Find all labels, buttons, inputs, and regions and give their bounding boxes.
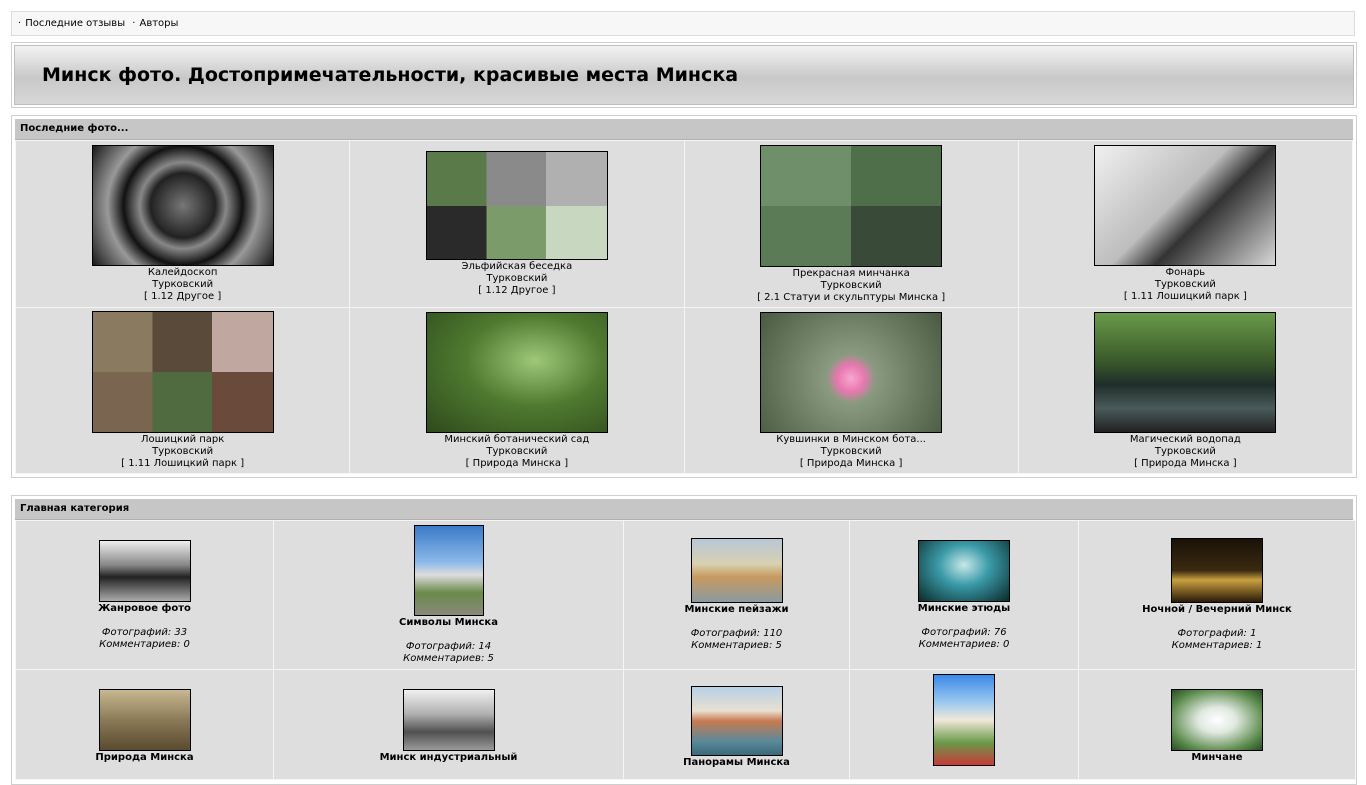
category-thumbnail[interactable] xyxy=(1171,689,1263,751)
recent-photos-title: Последние фото... xyxy=(15,119,1353,140)
photo-cell: Магический водопад Турковский [ Природа … xyxy=(1017,307,1354,474)
photo-count: 76 xyxy=(993,626,1007,638)
photo-author: Турковский xyxy=(820,279,882,291)
photo-thumbnail[interactable] xyxy=(1094,145,1277,266)
photo-count: 14 xyxy=(478,641,492,652)
site-header: Минск фото. Достопримечательности, краси… xyxy=(11,42,1357,108)
photo-author: Турковский xyxy=(486,445,548,457)
category-cell xyxy=(849,669,1079,780)
category-stats: Фотографий: 110 Комментариев: 5 xyxy=(690,628,783,651)
page-title: Минск фото. Достопримечательности, краси… xyxy=(42,64,739,86)
photo-author: Турковский xyxy=(152,446,214,457)
comment-count: 5 xyxy=(487,653,494,664)
photo-count: 33 xyxy=(174,626,188,638)
category-cell: Жанровое фото Фотографий: 33 Комментарие… xyxy=(15,520,274,670)
category-thumbnail[interactable] xyxy=(933,674,995,766)
category-name[interactable]: Минские этюды xyxy=(850,603,1078,615)
photo-thumbnail[interactable] xyxy=(760,144,943,267)
photo-title[interactable]: Магический водопад xyxy=(1019,434,1352,446)
photo-count: 1 xyxy=(1250,628,1257,639)
photo-title[interactable]: Фонарь xyxy=(1019,267,1352,279)
recent-photos-section: Последние фото... Калейдоскоп Турковский… xyxy=(11,115,1357,478)
category-name[interactable]: Минск индустриальный xyxy=(274,752,623,764)
photo-category[interactable]: [ Природа Минска ] xyxy=(685,458,1018,470)
photo-title[interactable]: Кувшинки в Минском бота... xyxy=(685,434,1018,446)
main-category-title: Главная категория xyxy=(15,499,1353,520)
photo-thumbnail[interactable] xyxy=(91,145,274,266)
photo-thumbnail[interactable] xyxy=(1094,311,1277,433)
photo-category[interactable]: [ 1.12 Другое ] xyxy=(350,285,683,297)
photo-category[interactable]: [ Природа Минска ] xyxy=(350,458,683,470)
category-cell: Панорамы Минска xyxy=(623,669,850,780)
photo-author: Турковский xyxy=(1154,279,1216,290)
photo-count: 110 xyxy=(763,628,783,639)
category-cell: Минск индустриальный xyxy=(273,669,624,780)
photo-category[interactable]: [ 1.11 Лошицкий парк ] xyxy=(16,458,349,470)
category-stats: Фотографий: 1 Комментариев: 1 xyxy=(1171,628,1263,651)
photo-category[interactable]: [ Природа Минска ] xyxy=(1019,458,1352,470)
photo-title[interactable]: Лошицкий парк xyxy=(16,434,349,446)
category-stats: Фотографий: 33 Комментариев: 0 xyxy=(99,626,190,650)
category-thumbnail[interactable] xyxy=(413,525,484,616)
category-thumbnail[interactable] xyxy=(98,689,191,751)
category-name[interactable]: Минские пейзажи xyxy=(624,604,849,616)
photo-cell: Прекрасная минчанка Турковский [ 2.1 Ста… xyxy=(683,140,1019,308)
photo-cell: Фонарь Турковский [ 1.11 Лошицкий парк ] xyxy=(1017,140,1354,308)
photo-category[interactable]: [ 1.11 Лошицкий парк ] xyxy=(1019,291,1352,303)
comment-count: 1 xyxy=(1256,640,1263,651)
category-cell: Символы Минска Фотографий: 14 Комментари… xyxy=(273,520,624,670)
photo-thumbnail[interactable] xyxy=(425,151,608,260)
category-thumbnail[interactable] xyxy=(690,686,783,756)
category-thumbnail[interactable] xyxy=(402,689,495,751)
category-stats: Фотографий: 76 Комментариев: 0 xyxy=(918,626,1010,650)
photo-category[interactable]: [ 1.12 Другое ] xyxy=(16,291,349,303)
category-thumbnail[interactable] xyxy=(918,539,1010,602)
photo-cell: Минский ботанический сад Турковский [ Пр… xyxy=(349,307,685,474)
category-name[interactable]: Минчане xyxy=(1079,752,1355,764)
category-cell: Ночной / Вечерний Минск Фотографий: 1 Ко… xyxy=(1078,520,1356,670)
comment-count: 0 xyxy=(183,638,190,650)
photo-cell: Эльфийская беседка Турковский [ 1.12 Дру… xyxy=(349,140,685,308)
category-grid: Жанровое фото Фотографий: 33 Комментарие… xyxy=(15,520,1356,780)
comment-count: 0 xyxy=(1003,638,1010,650)
category-thumbnail[interactable] xyxy=(98,539,191,602)
photo-author: Турковский xyxy=(486,273,548,284)
nav-bullet: · xyxy=(18,18,22,29)
photo-category[interactable]: [ 2.1 Статуи и скульптуры Минска ] xyxy=(685,292,1018,304)
category-stats: Фотографий: 14 Комментариев: 5 xyxy=(403,641,494,664)
category-name[interactable]: Жанровое фото xyxy=(16,603,273,615)
category-cell: Минские этюды Фотографий: 76 Комментарие… xyxy=(849,520,1079,670)
category-name[interactable]: Природа Минска xyxy=(16,752,273,764)
category-cell: Природа Минска xyxy=(15,669,274,780)
nav-link-authors[interactable]: Авторы xyxy=(139,18,178,29)
photo-title[interactable]: Минский ботанический сад xyxy=(350,434,683,446)
photo-author: Турковский xyxy=(1154,445,1216,457)
category-thumbnail[interactable] xyxy=(1171,538,1263,603)
main-category-section: Главная категория Жанровое фото Фотограф… xyxy=(11,495,1357,785)
category-name[interactable]: Ночной / Вечерний Минск xyxy=(1079,604,1355,616)
category-thumbnail[interactable] xyxy=(690,538,783,603)
photo-author: Турковский xyxy=(820,445,882,457)
photo-cell: Кувшинки в Минском бота... Турковский [ … xyxy=(683,307,1019,474)
photo-title[interactable]: Калейдоскоп xyxy=(16,267,349,279)
photo-title[interactable]: Эльфийская беседка xyxy=(350,261,683,273)
photo-thumbnail[interactable] xyxy=(91,311,274,433)
nav-bullet: · xyxy=(132,18,136,29)
photo-thumbnail[interactable] xyxy=(760,311,943,433)
recent-photos-grid: Калейдоскоп Турковский [ 1.12 Другое ] Э… xyxy=(14,140,1354,474)
category-cell: Минчане xyxy=(1078,669,1356,780)
category-name[interactable]: Панорамы Минска xyxy=(624,757,849,769)
top-nav: · Последние отзывы · Авторы xyxy=(11,11,1355,36)
category-name[interactable]: Символы Минска xyxy=(274,617,623,629)
nav-link-latest-reviews[interactable]: Последние отзывы xyxy=(25,18,125,29)
photo-cell: Калейдоскоп Турковский [ 1.12 Другое ] xyxy=(14,140,351,308)
category-cell: Минские пейзажи Фотографий: 110 Коммента… xyxy=(623,520,850,670)
photo-title[interactable]: Прекрасная минчанка xyxy=(685,268,1018,280)
photo-thumbnail[interactable] xyxy=(425,311,608,433)
comment-count: 5 xyxy=(775,640,782,651)
photo-author: Турковский xyxy=(152,279,214,290)
photo-cell: Лошицкий парк Турковский [ 1.11 Лошицкий… xyxy=(14,307,351,474)
